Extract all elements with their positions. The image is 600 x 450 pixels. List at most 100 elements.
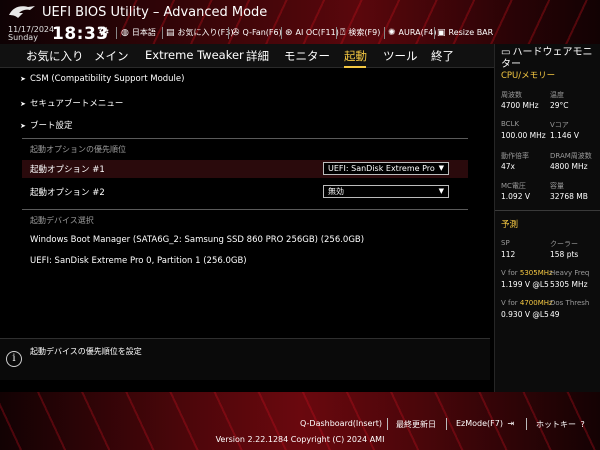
- boot-settings-panel: ➤ CSM (Compatibility Support Module) ➤ セキュ…: [0, 68, 490, 336]
- boot-option-1-select[interactable]: UEFI: SanDisk Extreme Pro ▼: [323, 162, 449, 175]
- aura-label: AURA(F4): [398, 28, 437, 37]
- search-button[interactable]: ⍰ 検索(F9): [340, 27, 380, 39]
- gear-icon[interactable]: ⚙: [98, 25, 110, 40]
- ezmode-button[interactable]: EzMode(F7) ⇥: [456, 419, 514, 428]
- tab-advanced[interactable]: 詳細: [246, 48, 269, 64]
- toolbar-divider: [281, 27, 282, 39]
- cpu-memory-heading: CPU/メモリー: [501, 71, 556, 81]
- language-button[interactable]: ◍ 日本語: [121, 27, 156, 39]
- mc-voltage-value: 1.092 V: [501, 192, 530, 201]
- boot-config-link[interactable]: ➤ ブート設定: [20, 119, 73, 131]
- heavy-freq-value: 5305 MHz: [550, 280, 588, 289]
- aura-icon: ✺: [388, 28, 396, 38]
- resize-bar-label: Resize BAR: [448, 28, 494, 37]
- app-title: UEFI BIOS Utility – Advanced Mode: [42, 5, 268, 20]
- hw-key: Vコア: [550, 121, 569, 129]
- hw-key: 温度: [550, 91, 564, 99]
- boot-priority-heading: 起動オプションの優先順位: [30, 145, 126, 154]
- footer-divider: [526, 418, 527, 430]
- question-icon: ?: [580, 420, 585, 429]
- v-for-value-1: 1.199 V @L5: [501, 280, 549, 289]
- qfan-button[interactable]: ✇ Q-Fan(F6): [232, 27, 282, 39]
- prediction-heading: 予測: [501, 220, 519, 230]
- v-for-prefix: V for: [501, 269, 520, 277]
- v-for-prefix: V for: [501, 299, 520, 307]
- capacity-value: 32768 MB: [550, 192, 588, 201]
- hw-key: DRAM周波数: [550, 152, 592, 160]
- tab-tool[interactable]: ツール: [383, 48, 418, 64]
- info-icon: i: [6, 351, 22, 367]
- boot-option-2-label: 起動オプション #2: [30, 188, 105, 198]
- section-divider: [22, 209, 468, 210]
- csm-link[interactable]: ➤ CSM (Compatibility Support Module): [20, 74, 184, 84]
- resize-bar-icon: ▣: [437, 28, 446, 38]
- aura-button[interactable]: ✺ AURA(F4): [388, 27, 437, 39]
- tab-monitor[interactable]: モニター: [284, 48, 330, 64]
- panel-divider: [495, 210, 600, 211]
- resize-bar-button[interactable]: ▣ Resize BAR: [437, 27, 493, 39]
- chevron-down-icon: ▼: [438, 187, 444, 195]
- globe-icon: ◍: [121, 28, 129, 38]
- favorites-button[interactable]: ▤ お気に入り(F3): [166, 27, 233, 39]
- chevron-right-icon: ➤: [20, 100, 26, 108]
- hw-key: MC電圧: [501, 182, 526, 190]
- last-modified-button[interactable]: 最終更新日: [396, 419, 436, 430]
- toolbar-divider: [162, 27, 163, 39]
- chevron-right-icon: ➤: [20, 122, 26, 130]
- v-for-label-2: V for 4700MHz: [501, 299, 553, 307]
- v-for-freq: 5305MHz: [519, 269, 553, 277]
- favorites-label: お気に入り(F3): [177, 28, 234, 37]
- boot-option-2-value: 無効: [328, 187, 344, 196]
- cpu-frequency-value: 4700 MHz: [501, 101, 539, 110]
- ai-oc-icon: ⊛: [285, 28, 293, 38]
- boot-config-label: ブート設定: [30, 121, 73, 131]
- sp-label: SP: [501, 239, 510, 247]
- title-bar: UEFI BIOS Utility – Advanced Mode 11/17/…: [0, 0, 600, 44]
- cooler-value: 158 pts: [550, 250, 579, 259]
- dram-frequency-value: 4800 MHz: [550, 162, 588, 171]
- toolbar-divider: [228, 27, 229, 39]
- csm-label: CSM (Compatibility Support Module): [30, 74, 185, 84]
- hardware-monitor-label: ハードウェアモニター: [501, 47, 593, 70]
- language-label: 日本語: [131, 28, 156, 37]
- dos-thresh-label: Dos Thresh: [550, 299, 590, 307]
- chevron-right-icon: ➤: [20, 75, 26, 83]
- version-text: Version 2.22.1284 Copyright (C) 2024 AMI: [215, 435, 385, 444]
- bclk-value: 100.00 MHz: [501, 131, 546, 140]
- boot-device-sandisk[interactable]: UEFI: SanDisk Extreme Pro 0, Partition 1…: [30, 256, 247, 266]
- q-dashboard-button[interactable]: Q-Dashboard(Insert): [300, 419, 382, 428]
- hw-key: 周波数: [501, 91, 522, 99]
- sp-value: 112: [501, 250, 516, 259]
- search-label: 検索(F9): [348, 28, 381, 37]
- tab-main[interactable]: メイン: [94, 48, 129, 64]
- v-for-freq: 4700MHz: [519, 299, 553, 307]
- rog-logo-icon: [9, 6, 35, 18]
- toolbar-divider: [434, 27, 435, 39]
- boot-device-heading: 起動デバイス選択: [30, 216, 94, 225]
- secure-boot-link[interactable]: ➤ セキュアブートメニュー: [20, 97, 123, 109]
- day-display: Sunday: [8, 33, 38, 42]
- search-help-icon: ⍰: [340, 28, 346, 38]
- boot-device-windows[interactable]: Windows Boot Manager (SATA6G_2: Samsung …: [30, 235, 364, 245]
- toolbar-divider: [336, 27, 337, 39]
- boot-option-1-value: UEFI: SanDisk Extreme Pro: [328, 164, 435, 173]
- hotkeys-button[interactable]: ホットキー ?: [536, 419, 585, 430]
- toolbar-divider: [384, 27, 385, 39]
- footer-bar: Q-Dashboard(Insert) 最終更新日 EzMode(F7) ⇥ ホ…: [0, 392, 600, 450]
- fan-icon: ✇: [232, 28, 240, 38]
- heavy-freq-label: Heavy Freq: [550, 269, 590, 277]
- tab-favorites[interactable]: お気に入り: [26, 48, 84, 64]
- tab-exit[interactable]: 終了: [431, 48, 454, 64]
- vcore-value: 1.146 V: [550, 131, 579, 140]
- dos-thresh-value: 49: [550, 310, 560, 319]
- ai-oc-button[interactable]: ⊛ AI OC(F11): [285, 27, 339, 39]
- favorites-icon: ▤: [166, 28, 175, 38]
- boot-option-2-select[interactable]: 無効 ▼: [323, 185, 449, 198]
- monitor-icon: ▭: [501, 47, 511, 58]
- hotkeys-label: ホットキー: [536, 420, 576, 429]
- tab-boot[interactable]: 起動: [344, 48, 367, 64]
- tab-extreme-tweaker[interactable]: Extreme Tweaker: [145, 48, 244, 62]
- v-for-label-1: V for 5305MHz: [501, 269, 553, 277]
- qfan-label: Q-Fan(F6): [242, 28, 282, 37]
- help-bar: i 起動デバイスの優先順位を設定: [0, 338, 490, 380]
